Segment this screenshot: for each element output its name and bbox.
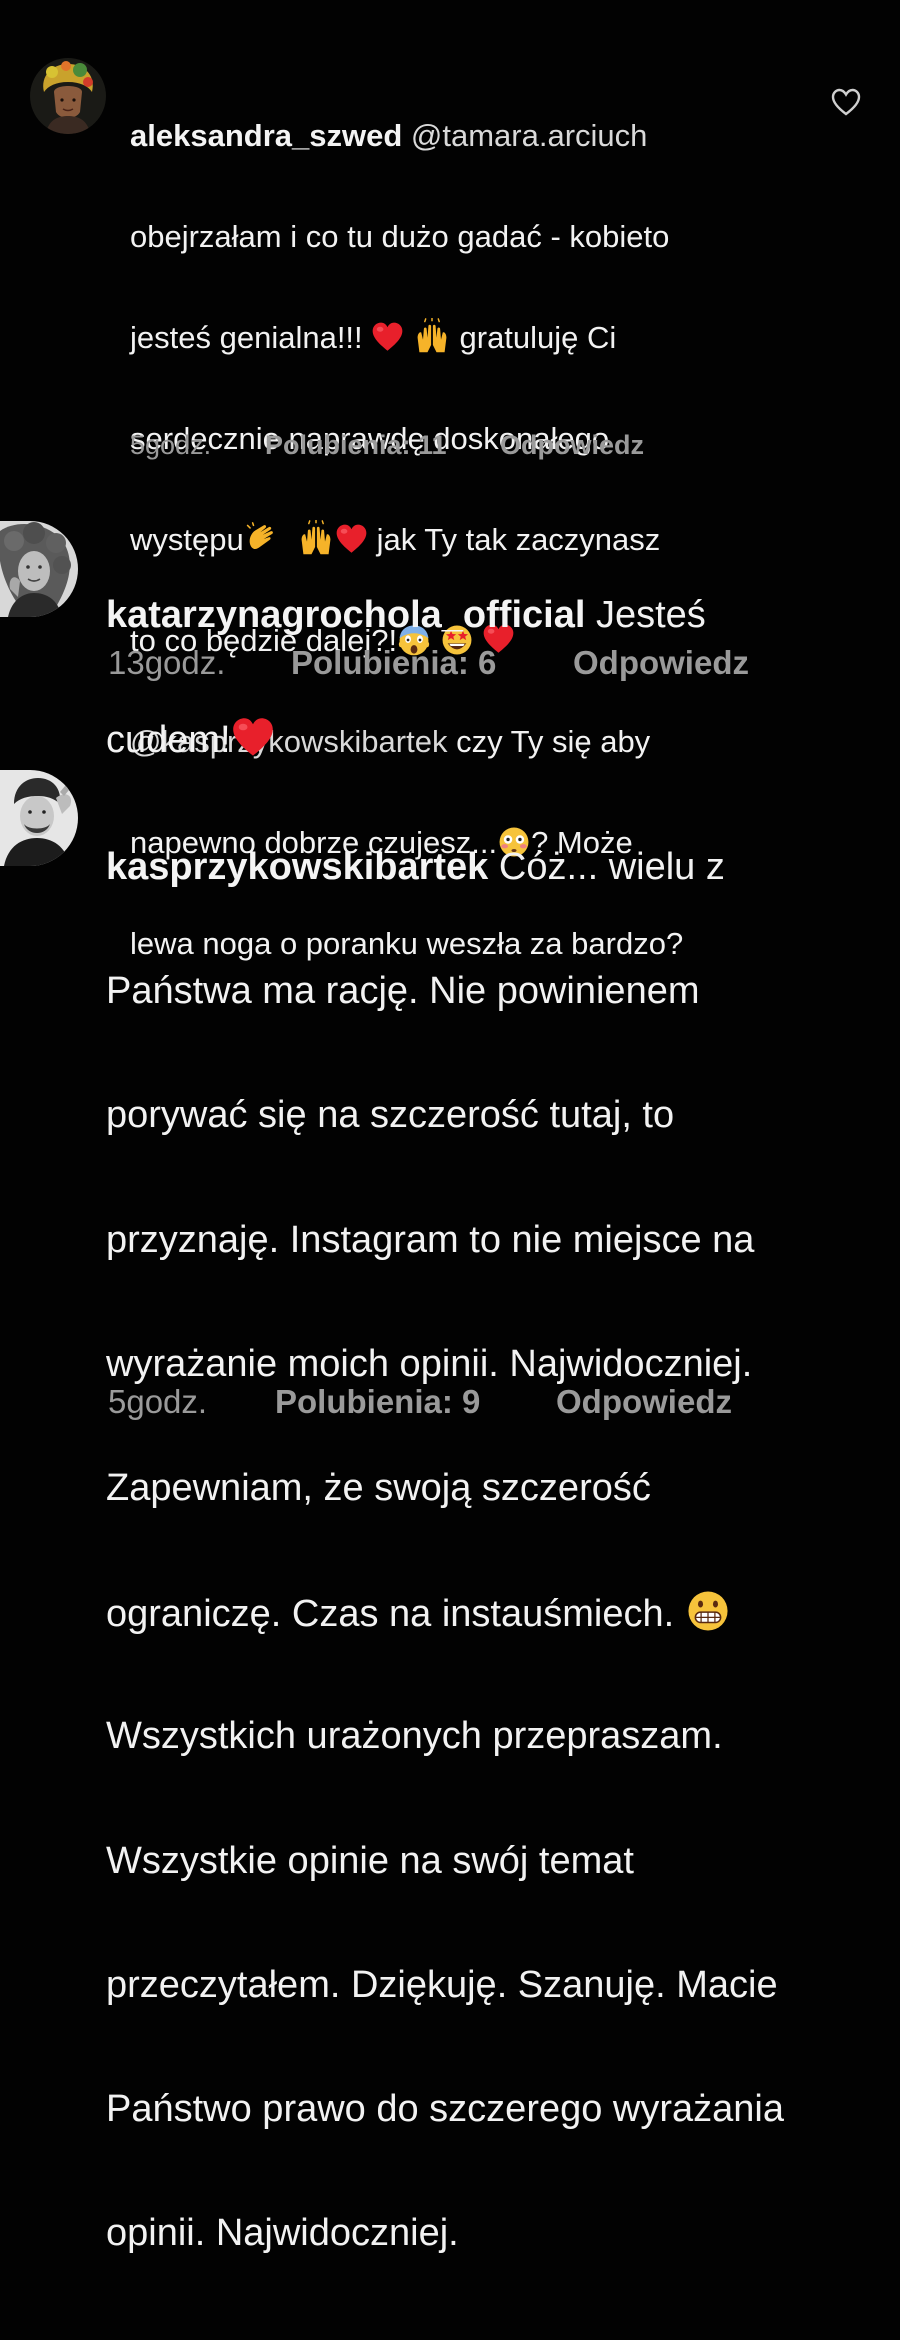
username[interactable]: aleksandra_szwed <box>130 118 402 153</box>
comment-line: kasprzykowskibartek Cóż... wielu z <box>106 848 784 896</box>
comment-meta: 5godz. Polubienia: 11 Odpowiedz <box>130 430 644 461</box>
raising-hands-emoji <box>413 318 451 354</box>
avatar[interactable] <box>0 770 78 866</box>
likes-count[interactable]: Polubienia: 6 <box>291 644 573 682</box>
username[interactable]: kasprzykowskibartek <box>106 846 488 888</box>
likes-count[interactable]: Polubienia: 9 <box>275 1383 556 1421</box>
username[interactable]: katarzynagrochola_official <box>106 594 585 636</box>
comment-line: cudem! <box>106 720 706 768</box>
comment-line: jesteś genialna!!! gratuluję Ci <box>130 322 683 361</box>
heart-emoji <box>231 716 275 760</box>
comment-line: obejrzałam i co tu dużo gadać - kobieto <box>130 219 670 254</box>
reply-button[interactable]: Odpowiedz <box>573 644 749 682</box>
comment-line: Państwa ma rację. Nie powinienem <box>106 970 700 1013</box>
comment-meta: 13godz. Polubienia: 6 Odpowiedz <box>108 644 749 682</box>
comment-line: opinii. Najwidoczniej. <box>106 2212 459 2255</box>
comment-line-segment: jesteś genialna!!! <box>130 320 372 356</box>
timestamp: 5godz. <box>108 1383 208 1420</box>
comment-text: kasprzykowskibartek Cóż... wielu z Państ… <box>106 772 784 2338</box>
heart-emoji <box>371 321 404 354</box>
comment-line: Wszystkie opinie na swój temat <box>106 1839 634 1882</box>
comment-line: aleksandra_szwed @tamara.arciuch <box>130 120 683 159</box>
timestamp: 13godz. <box>108 644 226 681</box>
comment-line: Wszystkich urażonych przepraszam. <box>106 1715 723 1758</box>
reply-button[interactable]: Odpowiedz <box>556 1383 732 1421</box>
timestamp: 5godz. <box>130 430 212 460</box>
comment-line: ograniczę. Czas na instauśmiech. <box>106 1593 784 1641</box>
mention-link[interactable]: @tamara.arciuch <box>411 118 648 153</box>
likes-count[interactable]: Polubienia: 11 <box>265 430 500 461</box>
comment-line-segment: cudem! <box>106 719 231 762</box>
avatar[interactable] <box>0 521 78 617</box>
comment-line: Zapewniam, że swoją szczerość <box>106 1466 651 1509</box>
comment-meta: 5godz. Polubienia: 9 Odpowiedz <box>108 1383 732 1421</box>
comment-line-segment: Cóż... wielu z <box>488 846 725 888</box>
comment-line: przeczytałem. Dziękuję. Szanuję. Macie <box>106 1963 778 2006</box>
comment-line: porywać się na szczerość tutaj, to <box>106 1094 675 1137</box>
comment-line: katarzynagrochola_official Jesteś <box>106 596 706 644</box>
reply-button[interactable]: Odpowiedz <box>500 430 644 461</box>
comment-line-segment: gratuluję Ci <box>450 320 617 356</box>
avatar[interactable] <box>30 58 106 134</box>
comment-line-segment: ograniczę. Czas na instauśmiech. <box>106 1593 685 1636</box>
grimacing-face-emoji <box>685 1588 731 1634</box>
like-heart-icon[interactable] <box>830 87 862 117</box>
comment-line-segment: Jesteś <box>585 594 706 636</box>
comment-line: Państwo prawo do szczerego wyrażania <box>106 2087 785 2130</box>
comment-line: przyznaję. Instagram to nie miejsce na <box>106 1218 755 1261</box>
